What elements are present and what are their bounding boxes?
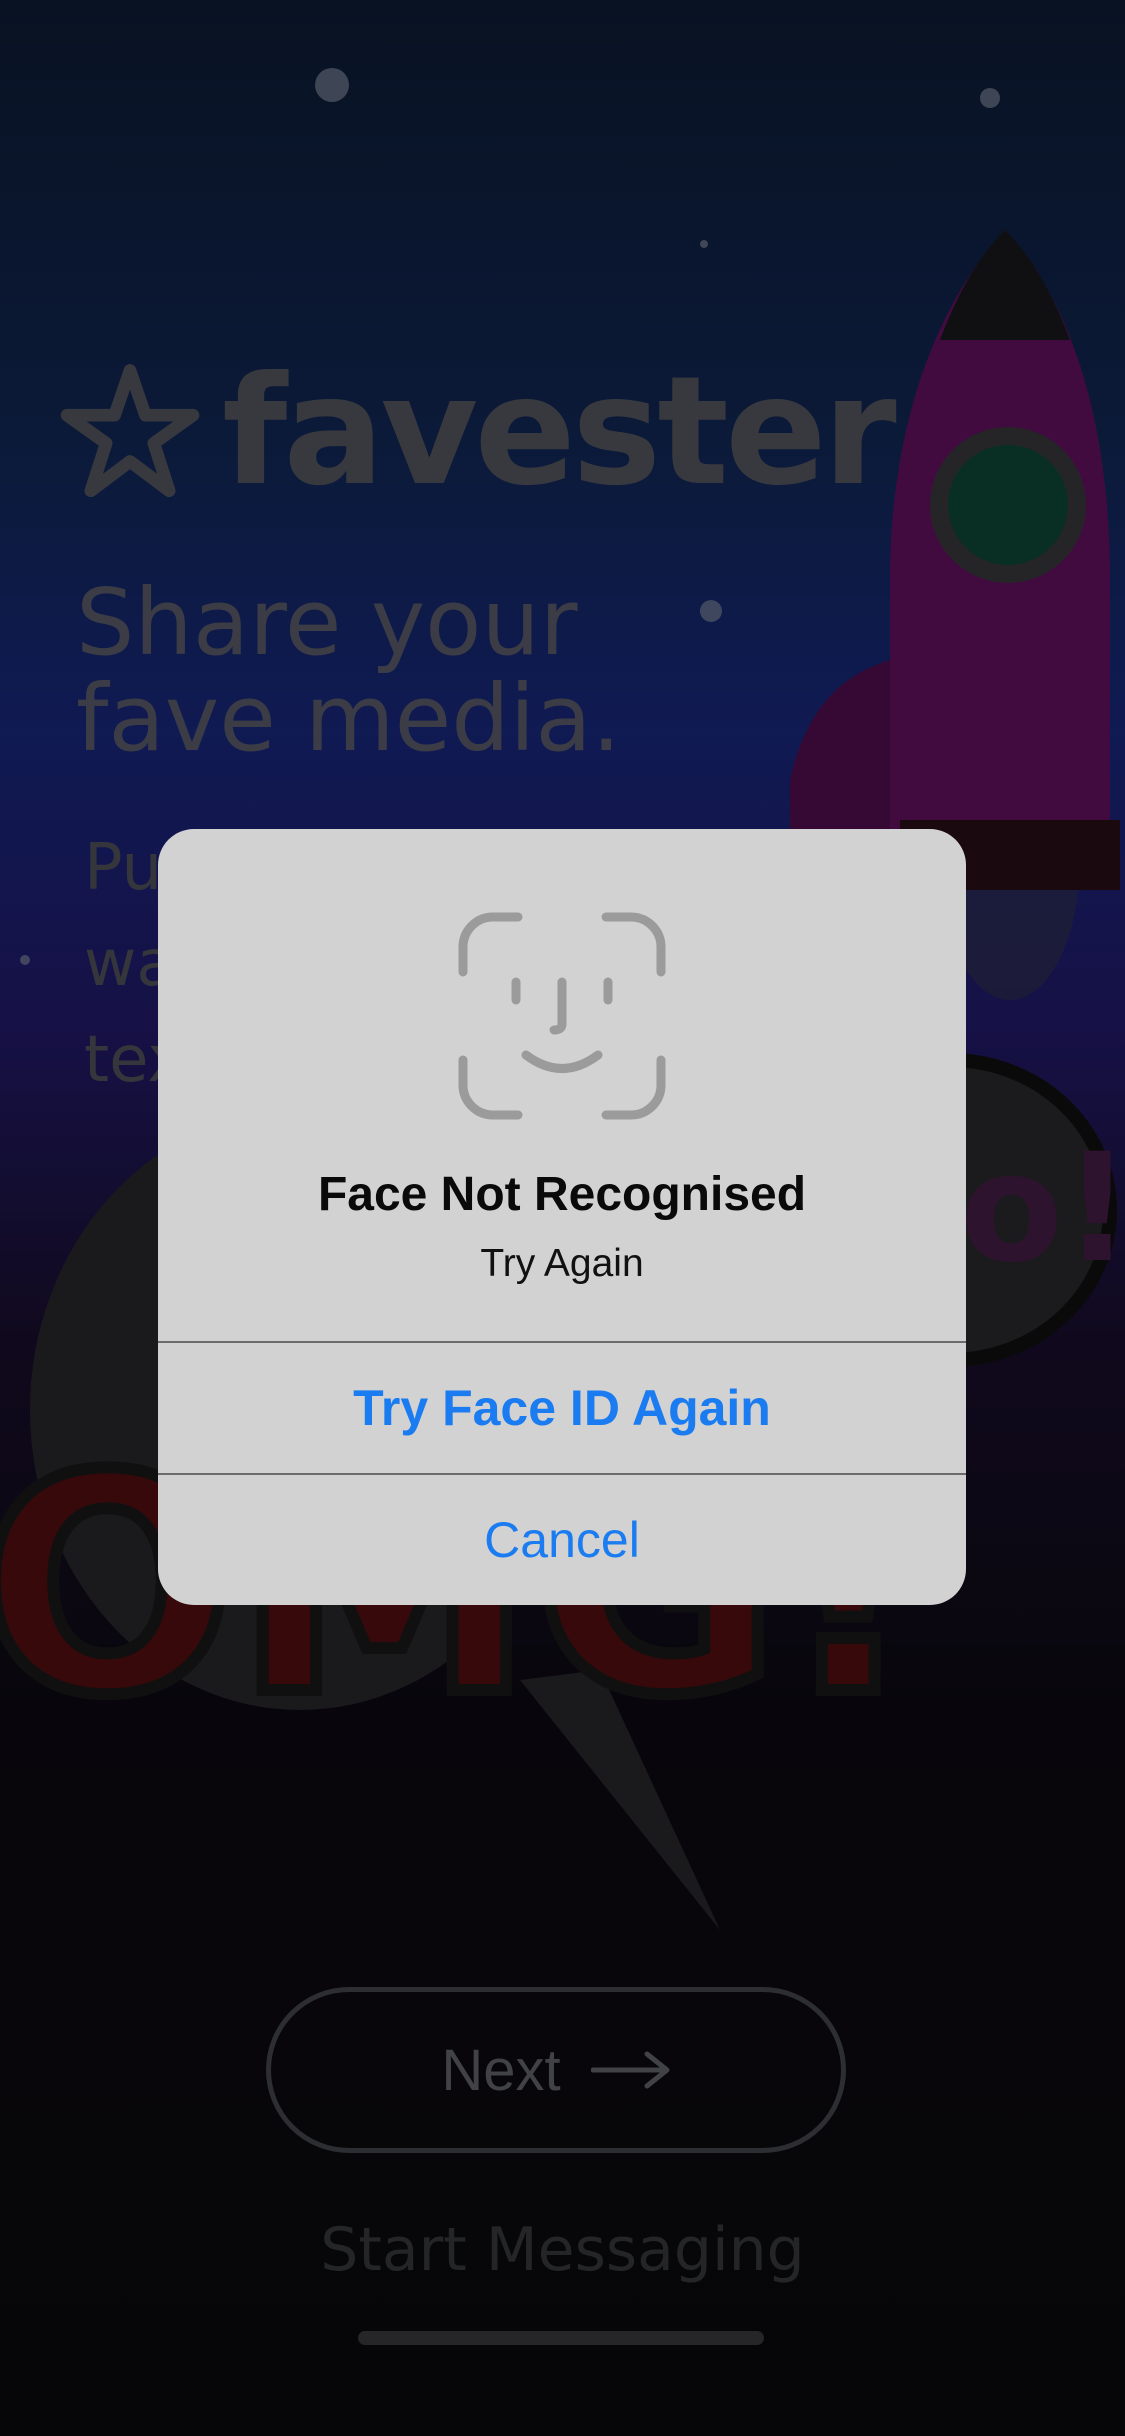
alert-title: Face Not Recognised <box>317 1168 807 1221</box>
face-id-alert: Face Not Recognised Try Again Try Face I… <box>158 829 966 1605</box>
alert-message: Try Again <box>480 1242 644 1285</box>
home-indicator[interactable] <box>358 2331 764 2345</box>
face-id-icon <box>458 912 666 1120</box>
try-face-id-again-button[interactable]: Try Face ID Again <box>158 1343 966 1473</box>
cancel-button[interactable]: Cancel <box>158 1475 966 1605</box>
